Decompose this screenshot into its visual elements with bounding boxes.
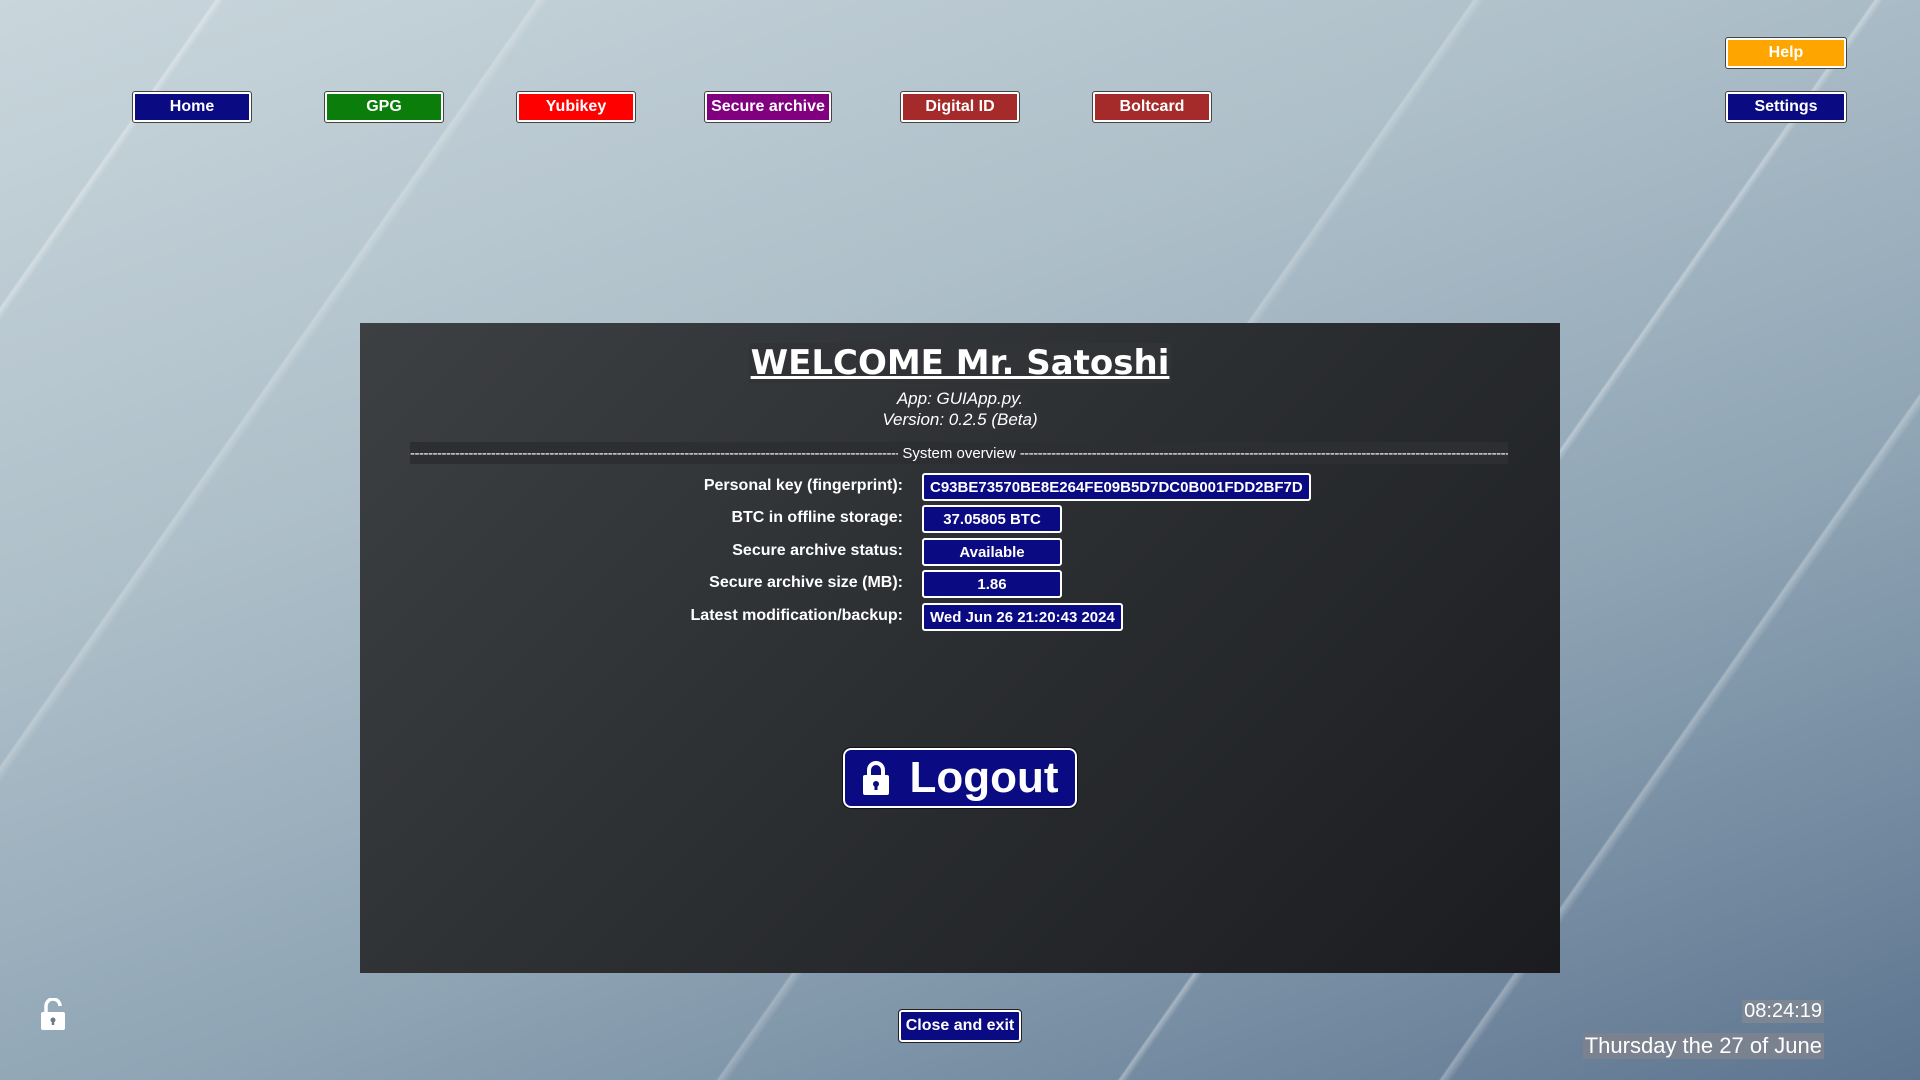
- system-overview-label: System overview: [902, 444, 1016, 462]
- nav-digital-id-button[interactable]: Digital ID: [900, 91, 1020, 123]
- nav-secure-archive-button[interactable]: Secure archive: [704, 91, 832, 123]
- modification-label: Latest modification/backup:: [690, 607, 903, 624]
- logout-label: Logout: [909, 753, 1059, 802]
- archive-status-value: Available: [922, 538, 1062, 566]
- nav-boltcard-button[interactable]: Boltcard: [1092, 91, 1212, 123]
- archive-status-row: Secure archive status: Available: [360, 538, 1560, 566]
- settings-button[interactable]: Settings: [1725, 91, 1847, 123]
- fingerprint-row: Personal key (fingerprint): C93BE73570BE…: [360, 473, 1560, 501]
- archive-size-row: Secure archive size (MB): 1.86: [360, 570, 1560, 598]
- archive-size-label: Secure archive size (MB):: [709, 574, 903, 591]
- modification-row: Latest modification/backup: Wed Jun 26 2…: [360, 603, 1560, 631]
- lock-icon: [863, 761, 890, 795]
- unlock-icon[interactable]: [38, 997, 68, 1032]
- clock-date: Thursday the 27 of June: [1582, 1033, 1824, 1059]
- logout-button[interactable]: Logout: [842, 747, 1078, 809]
- system-overview-separator: ----------------------------------------…: [410, 442, 1508, 464]
- separator-dashes-right: ----------------------------------------…: [1019, 444, 1508, 462]
- welcome-title: WELCOME Mr. Satoshi: [748, 343, 1172, 383]
- close-and-exit-button[interactable]: Close and exit: [898, 1009, 1022, 1043]
- app-version: Version: 0.2.5 (Beta): [880, 410, 1040, 429]
- btc-label: BTC in offline storage:: [731, 509, 903, 526]
- btc-value: 37.05805 BTC: [922, 505, 1062, 533]
- app-name: App: GUIApp.py.: [894, 389, 1026, 408]
- fingerprint-value: C93BE73570BE8E264FE09B5D7DC0B001FDD2BF7D: [922, 473, 1311, 501]
- modification-value: Wed Jun 26 21:20:43 2024: [922, 603, 1123, 631]
- help-button[interactable]: Help: [1725, 37, 1847, 69]
- clock-time: 08:24:19: [1742, 1000, 1824, 1023]
- btc-row: BTC in offline storage: 37.05805 BTC: [360, 505, 1560, 533]
- welcome-panel: WELCOME Mr. Satoshi App: GUIApp.py. Vers…: [360, 323, 1560, 973]
- archive-size-value: 1.86: [922, 570, 1062, 598]
- separator-dashes-left: ----------------------------------------…: [410, 444, 898, 462]
- nav-home-button[interactable]: Home: [132, 91, 252, 123]
- fingerprint-label: Personal key (fingerprint):: [703, 477, 903, 494]
- nav-yubikey-button[interactable]: Yubikey: [516, 91, 636, 123]
- nav-gpg-button[interactable]: GPG: [324, 91, 444, 123]
- archive-status-label: Secure archive status:: [732, 542, 903, 559]
